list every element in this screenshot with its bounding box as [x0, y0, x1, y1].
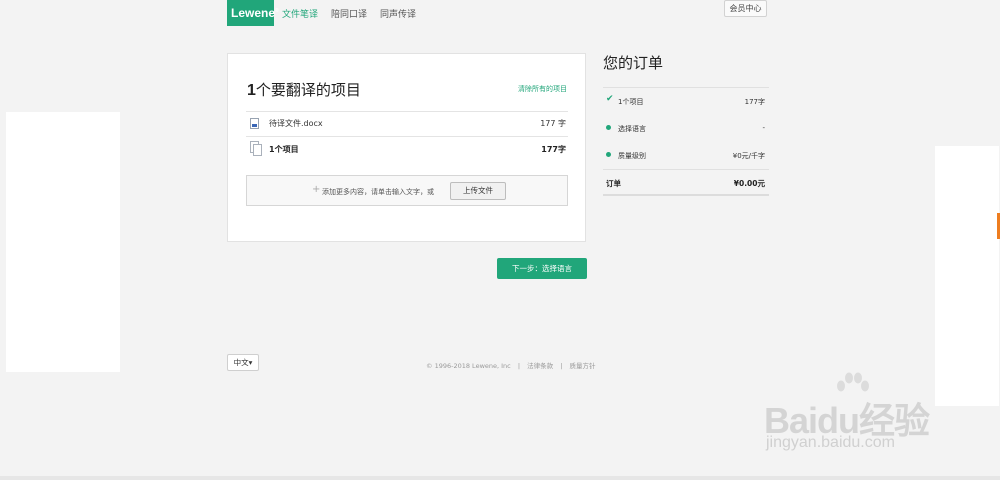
project-card: 1个要翻译的项目 清除所有的项目 待译文件.docx 177 字 1个项目 17…	[227, 53, 586, 242]
dot-icon	[606, 152, 611, 157]
order-title: 您的订单	[603, 54, 664, 72]
member-center-button[interactable]: 会员中心	[724, 0, 767, 17]
plus-icon: +	[312, 184, 321, 195]
next-step-button[interactable]: 下一步：选择语言	[497, 258, 587, 279]
order-total-label: 订单	[606, 179, 621, 188]
order-summary: 您的订单 ✔ 1个项目 177字 选择语言 - 质量级别 ¥0元/千字 订单 ¥…	[603, 50, 769, 196]
total-row: 1个项目 177字	[246, 137, 568, 161]
order-total-value: ¥0.00元	[733, 179, 765, 188]
order-row-quality: 质量级别 ¥0元/千字	[603, 142, 769, 169]
order-row-value: -	[762, 124, 765, 132]
footer-separator: |	[517, 362, 521, 370]
divider	[603, 194, 769, 196]
order-row-items: ✔ 1个项目 177字	[603, 88, 769, 115]
add-content-box[interactable]: + 添加更多内容，请单击输入文字，或 上传文件	[246, 175, 568, 206]
chevron-down-icon: ▾	[248, 358, 253, 367]
order-row-language: 选择语言 -	[603, 115, 769, 142]
file-row[interactable]: 待译文件.docx 177 字	[246, 112, 568, 136]
file-word-count: 177 字	[540, 119, 566, 128]
footer-separator: |	[560, 362, 563, 370]
quality-policy-link[interactable]: 质量方针	[569, 362, 595, 370]
dot-icon	[606, 125, 611, 130]
order-row-label: 质量级别	[618, 152, 646, 160]
order-row-label: 选择语言	[618, 125, 646, 133]
baidu-jingyan-watermark: Baidu经验 jingyan.baidu.com	[764, 370, 954, 460]
clear-all-link[interactable]: 清除所有的项目	[518, 84, 567, 94]
right-blank-panel	[935, 146, 999, 406]
page-title: 1个要翻译的项目	[247, 81, 361, 99]
total-items-label: 1个项目	[269, 145, 299, 154]
logo[interactable]: Lewene®	[227, 0, 279, 26]
file-stack-icon	[250, 141, 264, 157]
file-name: 待译文件.docx	[269, 119, 323, 128]
total-word-count: 177字	[541, 145, 566, 154]
order-row-value: 177字	[744, 98, 765, 106]
bottom-border	[0, 476, 1000, 480]
left-blank-panel	[6, 112, 120, 372]
add-content-hint[interactable]: 添加更多内容，请单击输入文字，或	[322, 187, 434, 197]
watermark-url: jingyan.baidu.com	[766, 434, 895, 451]
order-row-value: ¥0元/千字	[732, 152, 765, 160]
nav-escort-interpreting[interactable]: 陪同口译	[331, 7, 367, 20]
language-select[interactable]: 中文▾	[227, 354, 259, 371]
upload-file-button[interactable]: 上传文件	[450, 182, 506, 200]
top-header: Lewene® 文件笔译 陪同口译 同声传译 会员中心	[227, 0, 767, 26]
copyright: © 1996-2018 Lewene, Inc	[426, 362, 511, 370]
check-icon: ✔	[606, 94, 614, 104]
nav-simultaneous-interpreting[interactable]: 同声传译	[380, 7, 416, 20]
footer: © 1996-2018 Lewene, Inc | 法律条款 | 质量方针	[426, 360, 595, 370]
legal-terms-link[interactable]: 法律条款	[527, 362, 553, 370]
order-row-label: 1个项目	[618, 98, 644, 106]
docx-file-icon	[250, 118, 259, 129]
order-total-row: 订单 ¥0.00元	[603, 170, 769, 194]
nav-document-translation[interactable]: 文件笔译	[282, 7, 318, 20]
